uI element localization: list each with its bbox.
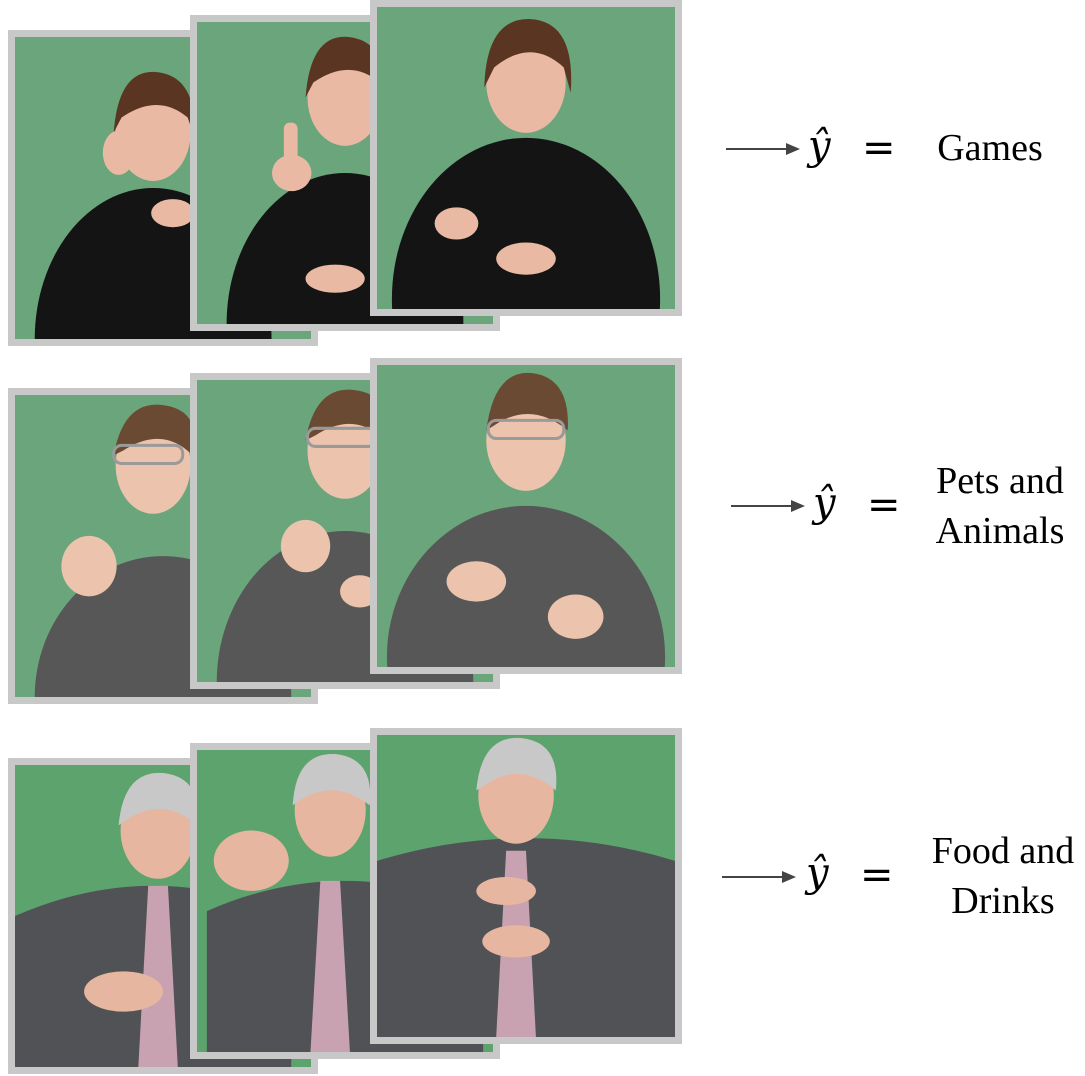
prediction-symbol: ŷ <box>813 480 836 526</box>
predicted-label: Games <box>910 123 1070 173</box>
arrow-icon <box>726 143 800 155</box>
prediction-pets-and-animals: ŷ = Pets and Animals <box>725 448 1085 568</box>
video-frame-3 <box>370 358 682 674</box>
prediction-symbol: ŷ <box>808 123 831 169</box>
predicted-label: Food and Drinks <box>913 826 1085 926</box>
example-row-food-and-drinks: ŷ = Food and Drinks <box>0 728 1085 1076</box>
prediction-food-and-drinks: ŷ = Food and Drinks <box>718 818 1083 938</box>
example-row-games: ŷ = Games <box>0 0 1085 350</box>
label-line: Animals <box>935 510 1065 552</box>
label-line: Pets and <box>936 460 1064 502</box>
example-row-pets-and-animals: ŷ = Pets and Animals <box>0 358 1085 708</box>
equals-sign: = <box>867 482 901 528</box>
arrow-icon <box>722 871 796 883</box>
video-frame-3 <box>370 728 682 1044</box>
prediction-games: ŷ = Games <box>720 95 1080 215</box>
equals-sign: = <box>860 852 894 898</box>
predicted-label: Pets and Animals <box>920 456 1080 556</box>
label-line: Games <box>937 127 1043 169</box>
label-line: Food and <box>931 830 1075 872</box>
equals-sign: = <box>862 125 896 171</box>
arrow-icon <box>731 500 805 512</box>
label-line: Drinks <box>951 880 1055 922</box>
prediction-symbol: ŷ <box>806 850 829 896</box>
video-frame-3 <box>370 0 682 316</box>
